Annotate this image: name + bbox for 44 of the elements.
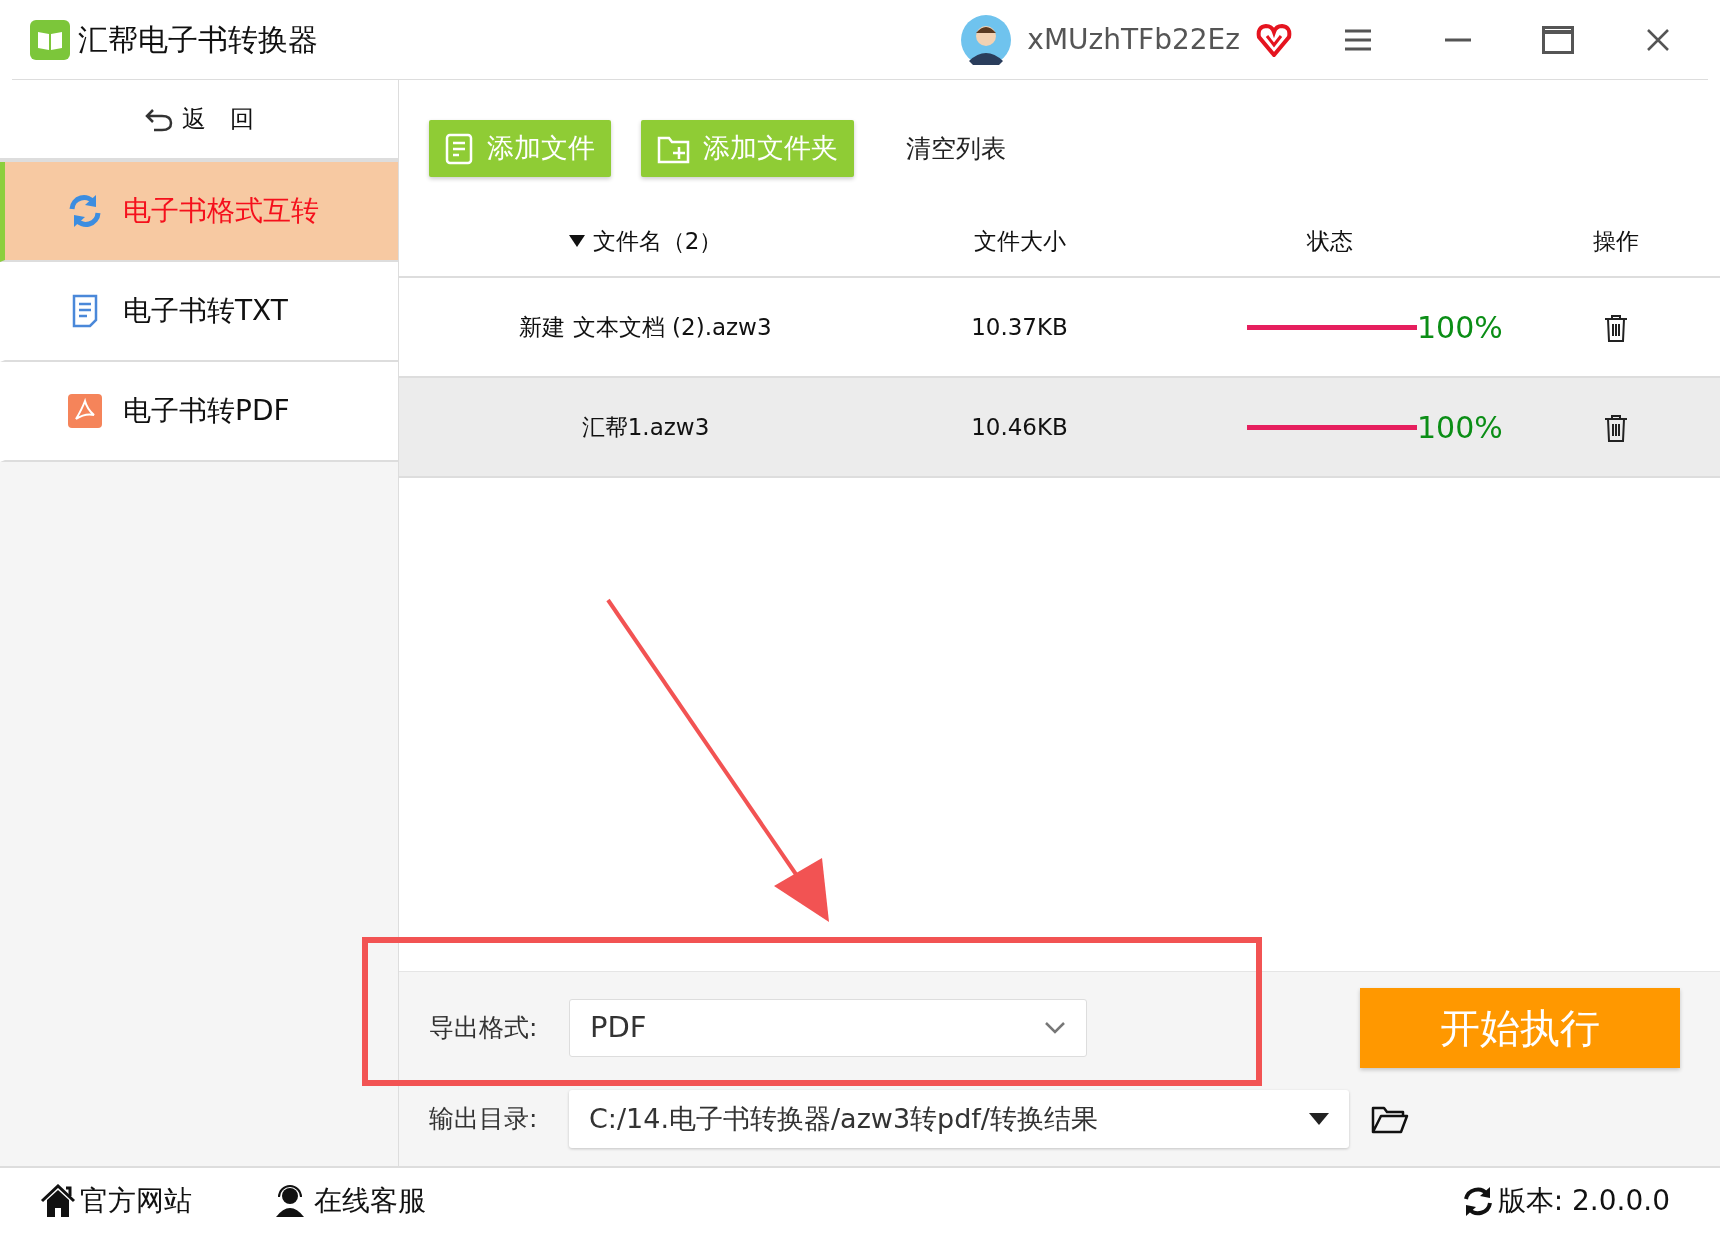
menu-icon xyxy=(1345,28,1371,51)
window-title: 汇帮电子书转换器 xyxy=(78,21,318,59)
caret-down-icon xyxy=(1309,1113,1329,1125)
file-size: 10.37KB xyxy=(971,313,1068,340)
avatar-icon[interactable] xyxy=(961,14,1012,65)
trash-icon xyxy=(1604,314,1628,343)
progress-percent: 100% xyxy=(1417,308,1503,347)
support-link[interactable]: 在线客服 xyxy=(274,1180,426,1222)
website-link[interactable]: 官方网站 xyxy=(40,1180,192,1222)
file-list-icon xyxy=(445,132,475,165)
output-dir-dropdown[interactable]: C:/14.电子书转换器/azw3转pdf/转换结果 xyxy=(569,1090,1349,1148)
trash-icon xyxy=(1604,414,1628,443)
back-button[interactable]: 返 回 xyxy=(0,80,398,162)
sidebar-item[interactable]: 电子书转PDF xyxy=(0,362,398,462)
heart-badge-icon xyxy=(1256,22,1292,57)
chevron-down-icon xyxy=(1044,1021,1066,1035)
progress-percent: 100% xyxy=(1417,408,1503,447)
table-row[interactable]: 汇帮1.azw3 10.46KB 100% xyxy=(399,378,1720,478)
column-header: 状态 xyxy=(1306,226,1353,256)
version-text: 版本: 2.0.0.0 xyxy=(1497,1183,1670,1219)
back-arrow-icon xyxy=(144,106,174,132)
book-logo-icon xyxy=(30,19,70,60)
refresh-icon xyxy=(1461,1185,1494,1217)
column-header: 操作 xyxy=(1593,226,1639,256)
username[interactable]: xMUzhTFb22Ez xyxy=(1027,18,1240,61)
pdf-icon xyxy=(67,393,103,429)
format-dropdown[interactable]: PDF xyxy=(569,999,1087,1057)
headset-person-icon xyxy=(274,1185,306,1217)
sort-caret-icon xyxy=(568,235,585,247)
column-header: 文件大小 xyxy=(973,226,1066,256)
maximize-icon xyxy=(1542,25,1574,54)
export-format-label: 导出格式: xyxy=(429,1012,539,1045)
folder-icon xyxy=(1371,1104,1409,1134)
minimize-icon xyxy=(1445,37,1471,42)
file-size: 10.46KB xyxy=(971,413,1068,440)
file-name: 新建 文本文档 (2).azw3 xyxy=(519,313,772,340)
home-icon xyxy=(40,1184,76,1218)
column-header[interactable]: 文件名（2） xyxy=(592,223,723,259)
refresh-icon xyxy=(67,193,103,229)
clear-list-button[interactable]: 清空列表 xyxy=(900,128,1012,169)
output-dir-label: 输出目录: xyxy=(429,1103,539,1136)
close-icon xyxy=(1647,28,1669,51)
sidebar-item[interactable]: 电子书转TXT xyxy=(0,262,398,362)
file-name: 汇帮1.azw3 xyxy=(581,413,710,440)
